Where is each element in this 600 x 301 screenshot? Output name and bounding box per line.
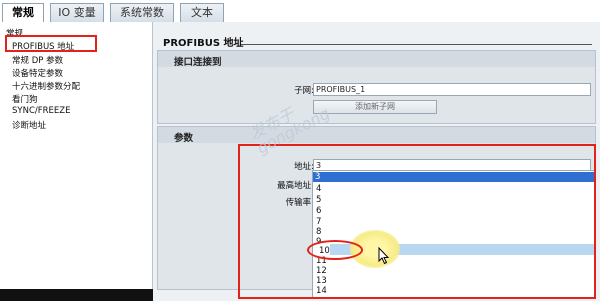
- subnet-label: 子网:: [294, 86, 314, 96]
- tab-system-constants[interactable]: 系统常数: [110, 3, 174, 22]
- title-divider: [241, 44, 592, 45]
- tab-text[interactable]: 文本: [180, 3, 224, 22]
- add-subnet-button[interactable]: 添加新子网: [313, 100, 437, 114]
- tree-item-watchdog[interactable]: 看门狗: [12, 93, 38, 105]
- tree-item-general-dp-params[interactable]: 常规 DP 参数: [12, 54, 63, 66]
- tab-io-variables[interactable]: IO 变量: [50, 3, 104, 22]
- annotation-box-address-dropdown: [238, 144, 596, 299]
- interface-panel-title: 接口连接到: [174, 57, 222, 68]
- annotation-oval-option-10: [307, 240, 363, 260]
- navigation-tree: 常规 PROFIBUS 地址 常规 DP 参数 设备特定参数 十六进制参数分配 …: [0, 22, 153, 301]
- interface-panel: 接口连接到 子网: PROFIBUS_1 添加新子网: [157, 50, 596, 124]
- tree-item-hex-params[interactable]: 十六进制参数分配: [12, 80, 80, 92]
- interface-panel-header: 接口连接到: [158, 51, 595, 68]
- tree-item-sync-freeze[interactable]: SYNC/FREEZE: [12, 106, 70, 116]
- parameters-panel-header: 参数: [158, 127, 595, 144]
- subnet-select[interactable]: PROFIBUS_1: [313, 83, 591, 96]
- section-title: PROFIBUS 地址: [163, 38, 244, 49]
- tree-item-device-params[interactable]: 设备特定参数: [12, 67, 63, 79]
- tab-general[interactable]: 常规: [2, 3, 44, 23]
- parameters-panel-title: 参数: [174, 133, 194, 144]
- annotation-box-profibus-address: [5, 35, 97, 52]
- bottom-bar: [0, 289, 153, 301]
- tab-strip: 常规 IO 变量 系统常数 文本: [0, 0, 600, 23]
- tree-item-diagnostic-address[interactable]: 诊断地址: [12, 119, 46, 131]
